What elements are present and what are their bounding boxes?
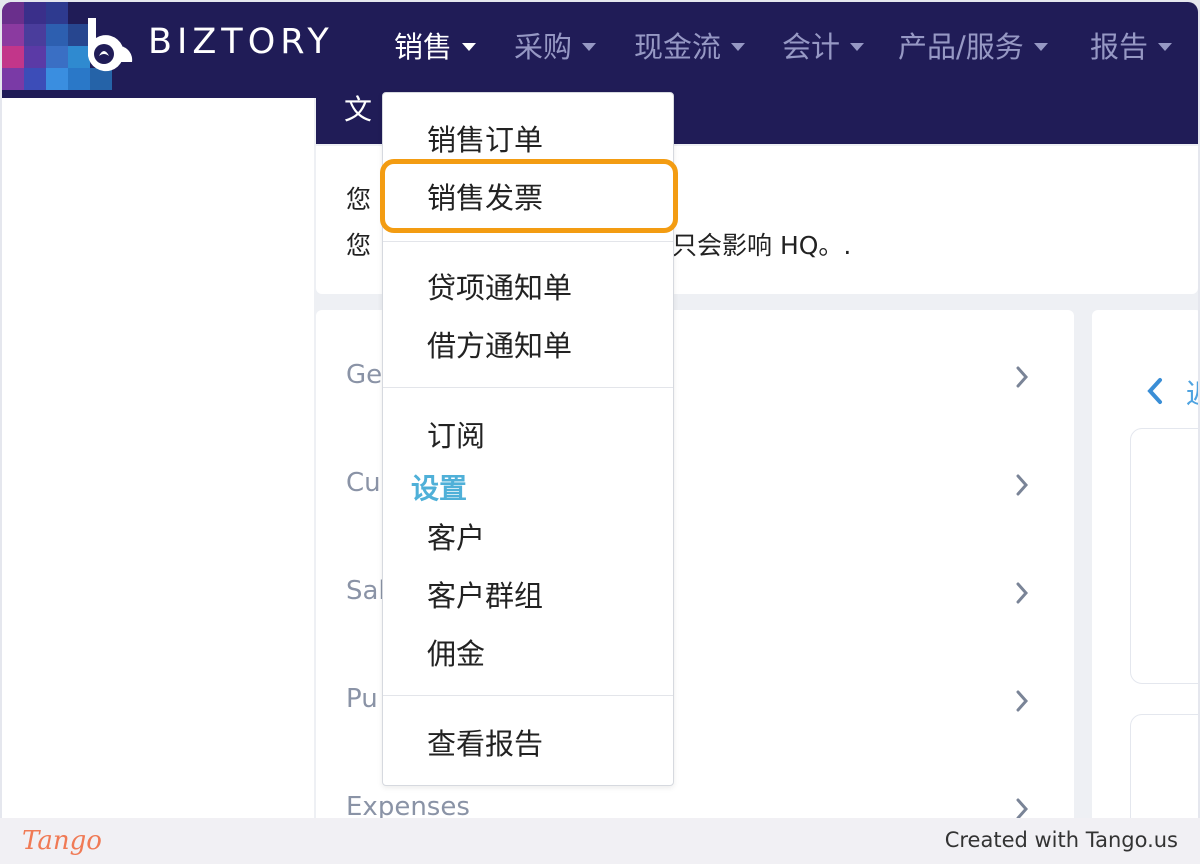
chevron-down-icon — [462, 43, 477, 51]
chevron-right-icon — [1016, 690, 1029, 712]
tango-footer: Tango Created with Tango.us — [0, 818, 1200, 864]
sales-dropdown-menu: 销售订单 销售发票 贷项通知单 借方通知单 订阅 设置 客户 客户群组 佣金 查… — [382, 92, 674, 786]
nav-cashflow[interactable]: 现金流 — [634, 24, 746, 66]
right-inner-card — [1130, 428, 1198, 684]
menu-item-credit-notes[interactable]: 贷项通知单 — [427, 265, 572, 307]
menu-item-sales-invoices[interactable]: 销售发票 — [427, 175, 543, 217]
nav-products-services[interactable]: 产品/服务 — [898, 24, 1048, 66]
top-navigation-bar: BIZTORY 销售 采购 现金流 会计 产品/服务 报告 — [2, 2, 1198, 98]
chevron-left-icon[interactable] — [1144, 374, 1166, 408]
chevron-right-icon — [1016, 366, 1029, 388]
right-panel-card: 返 — [1092, 310, 1198, 818]
settings-row-label: Expenses — [346, 792, 470, 818]
nav-reports-label: 报告 — [1090, 30, 1149, 64]
menu-section-heading: 设置 — [411, 472, 468, 505]
menu-item-customer-groups[interactable]: 客户群组 — [427, 573, 543, 615]
menu-item-subscriptions[interactable]: 订阅 — [427, 413, 485, 455]
page-header-text: 文 — [344, 93, 373, 126]
settings-row-label: Ge — [346, 360, 383, 390]
nav-reports[interactable]: 报告 — [1090, 24, 1173, 66]
chevron-down-icon — [1033, 43, 1048, 51]
menu-item-debit-notes[interactable]: 借方通知单 — [427, 323, 572, 365]
chevron-down-icon — [731, 43, 746, 51]
notice-line-2-end: 只会影响 HQ。. — [672, 231, 852, 260]
chevron-down-icon — [582, 43, 597, 51]
nav-accounting[interactable]: 会计 — [782, 24, 865, 66]
created-with-text: Created with Tango.us — [944, 828, 1178, 852]
nav-sales[interactable]: 销售 — [394, 24, 477, 66]
app-window: BIZTORY 销售 采购 现金流 会计 产品/服务 报告 文 您 您 只会影响… — [2, 2, 1198, 818]
nav-products-label: 产品/服务 — [898, 30, 1024, 64]
settings-row-label: Cu — [346, 468, 381, 498]
menu-item-commissions[interactable]: 佣金 — [427, 631, 485, 673]
menu-item-sales-orders[interactable]: 销售订单 — [427, 117, 543, 159]
nav-cashflow-label: 现金流 — [634, 30, 722, 64]
settings-row-label: Pu — [346, 684, 378, 714]
nav-sales-label: 销售 — [394, 30, 453, 64]
chevron-down-icon — [850, 43, 865, 51]
settings-row-label: Sal — [346, 576, 386, 606]
tango-logo: Tango — [22, 826, 102, 856]
chevron-right-icon — [1016, 798, 1029, 818]
chevron-right-icon — [1016, 474, 1029, 496]
right-inner-card — [1130, 714, 1198, 818]
menu-item-view-report[interactable]: 查看报告 — [427, 721, 543, 763]
chevron-down-icon — [1158, 43, 1173, 51]
menu-divider — [383, 387, 673, 388]
menu-item-customers[interactable]: 客户 — [427, 515, 485, 557]
brand-name: BIZTORY — [148, 22, 334, 62]
sidebar — [2, 98, 314, 818]
nav-accounting-label: 会计 — [782, 30, 841, 64]
back-link-text[interactable]: 返 — [1186, 372, 1198, 412]
biztory-logo-icon[interactable] — [80, 16, 134, 72]
chevron-right-icon — [1016, 582, 1029, 604]
menu-divider — [383, 241, 673, 242]
menu-divider — [383, 695, 673, 696]
notice-line-2-start: 您 — [346, 231, 372, 260]
nav-purchases[interactable]: 采购 — [514, 24, 597, 66]
notice-line-1: 您 — [346, 185, 372, 214]
nav-purchases-label: 采购 — [514, 30, 573, 64]
